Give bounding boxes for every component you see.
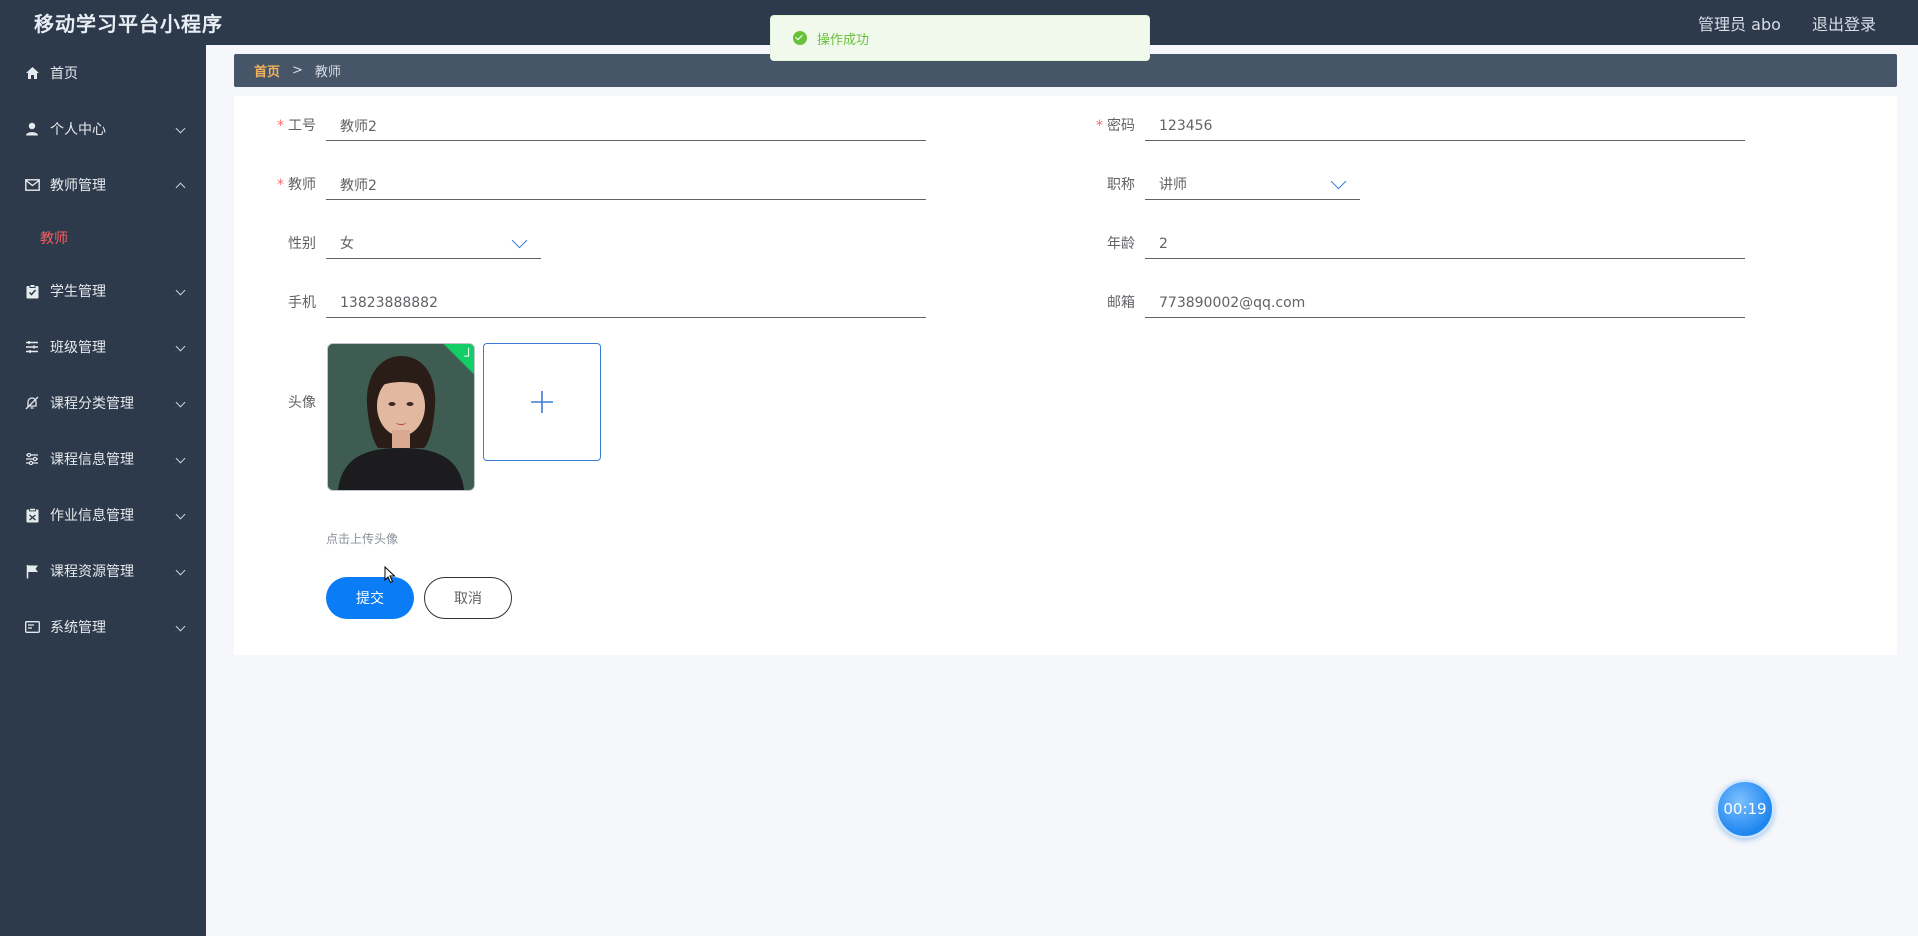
- phone-input[interactable]: [326, 288, 926, 318]
- age-label: 年龄: [1107, 236, 1135, 252]
- teacher-name-input[interactable]: [326, 170, 926, 200]
- sidebar-item-label: 教师管理: [50, 178, 106, 194]
- field-gender: 性别 女: [288, 229, 541, 259]
- employee-id-input[interactable]: [326, 111, 926, 141]
- sidebar-item-home[interactable]: 首页: [0, 45, 206, 101]
- chevron-down-icon: [175, 565, 186, 576]
- sidebar-subitem-teacher[interactable]: 教师: [0, 213, 206, 263]
- timer-badge[interactable]: 00:19: [1716, 780, 1774, 838]
- title-select-value: 讲师: [1159, 177, 1187, 193]
- chevron-down-icon: [175, 341, 186, 352]
- avatar-image: [328, 344, 474, 490]
- chevron-down-icon: [175, 397, 186, 408]
- employee-id-label: * 工号: [277, 118, 316, 134]
- list-icon: [24, 339, 40, 355]
- mouse-cursor-icon: [384, 566, 396, 584]
- phone-label: 手机: [288, 295, 316, 311]
- clipboard-icon: [24, 283, 40, 299]
- sidebar-item-class-management[interactable]: 班级管理: [0, 319, 206, 375]
- title-select[interactable]: 讲师: [1145, 170, 1360, 200]
- sidebar-item-label: 作业信息管理: [50, 508, 134, 524]
- password-input[interactable]: [1145, 111, 1745, 141]
- field-teacher-name: * 教师: [277, 170, 926, 200]
- bell-off-icon: [24, 395, 40, 411]
- success-toast: 操作成功: [770, 15, 1150, 61]
- sidebar-item-label: 学生管理: [50, 284, 106, 300]
- chevron-down-icon: [175, 621, 186, 632]
- id-card-icon: [24, 619, 40, 635]
- chevron-down-icon: [175, 509, 186, 520]
- plus-icon: [531, 391, 553, 413]
- teacher-name-label: * 教师: [277, 177, 316, 193]
- password-label: * 密码: [1096, 118, 1135, 134]
- chevron-down-icon: [175, 285, 186, 296]
- chevron-down-icon: [1330, 173, 1347, 190]
- avatar-preview[interactable]: [327, 343, 475, 491]
- sliders-icon: [24, 451, 40, 467]
- sidebar: 首页 个人中心 教师管理 教师 学生管理 班级管理 课程分类管理 课程信息管理 …: [0, 45, 206, 936]
- mail-icon: [24, 177, 40, 193]
- avatar-label: 头像: [288, 395, 316, 411]
- gender-select-value: 女: [340, 236, 354, 252]
- gender-label: 性别: [288, 236, 316, 252]
- avatar-upload-button[interactable]: [483, 343, 601, 461]
- top-right-area: 管理员 abo 退出登录: [1672, 11, 1876, 35]
- email-input[interactable]: [1145, 288, 1745, 318]
- breadcrumb-current: 教师: [314, 65, 341, 80]
- avatar-upload-hint: 点击上传头像: [326, 532, 399, 546]
- breadcrumb-separator: >: [292, 63, 303, 78]
- required-mark: *: [277, 177, 284, 193]
- required-mark: *: [1096, 118, 1103, 134]
- field-age: 年龄: [1107, 229, 1745, 259]
- sidebar-item-label: 个人中心: [50, 122, 106, 138]
- home-icon: [24, 65, 40, 81]
- age-input[interactable]: [1145, 229, 1745, 259]
- sidebar-item-label: 首页: [50, 66, 78, 82]
- sidebar-item-personal-center[interactable]: 个人中心: [0, 101, 206, 157]
- user-label: 管理员 abo: [1698, 15, 1781, 34]
- sidebar-item-course-resource-management[interactable]: 课程资源管理: [0, 543, 206, 599]
- sidebar-item-label: 课程资源管理: [50, 564, 134, 580]
- chevron-down-icon: [511, 232, 528, 249]
- sidebar-item-label: 课程信息管理: [50, 452, 134, 468]
- sidebar-item-label: 班级管理: [50, 340, 106, 356]
- field-employee-id: * 工号: [277, 111, 926, 141]
- chevron-down-icon: [175, 453, 186, 464]
- sidebar-item-homework-info-management[interactable]: 作业信息管理: [0, 487, 206, 543]
- app-title: 移动学习平台小程序: [34, 12, 223, 36]
- sidebar-item-course-info-management[interactable]: 课程信息管理: [0, 431, 206, 487]
- toast-message: 操作成功: [817, 32, 870, 48]
- flag-icon: [24, 563, 40, 579]
- logout-link[interactable]: 退出登录: [1812, 15, 1876, 34]
- chevron-up-icon: [175, 182, 186, 193]
- sidebar-item-label: 系统管理: [50, 620, 106, 636]
- breadcrumb-home[interactable]: 首页: [254, 61, 280, 80]
- sidebar-item-label: 课程分类管理: [50, 396, 134, 412]
- sidebar-item-teacher-management[interactable]: 教师管理: [0, 157, 206, 213]
- sidebar-item-system-management[interactable]: 系统管理: [0, 599, 206, 655]
- gender-select[interactable]: 女: [326, 229, 541, 259]
- check-circle-icon: [793, 31, 807, 45]
- title-label: 职称: [1107, 177, 1135, 193]
- cancel-button[interactable]: 取消: [424, 577, 512, 619]
- user-icon: [24, 121, 40, 137]
- submit-button[interactable]: 提交: [326, 577, 414, 619]
- required-mark: *: [277, 118, 284, 134]
- chevron-down-icon: [175, 123, 186, 134]
- field-title: 职称 讲师: [1107, 170, 1360, 200]
- sidebar-item-student-management[interactable]: 学生管理: [0, 263, 206, 319]
- field-password: * 密码: [1096, 111, 1745, 141]
- field-phone: 手机: [288, 288, 926, 318]
- document-icon: [24, 507, 40, 523]
- field-email: 邮箱: [1107, 288, 1745, 318]
- sidebar-item-course-category-management[interactable]: 课程分类管理: [0, 375, 206, 431]
- email-label: 邮箱: [1107, 295, 1135, 311]
